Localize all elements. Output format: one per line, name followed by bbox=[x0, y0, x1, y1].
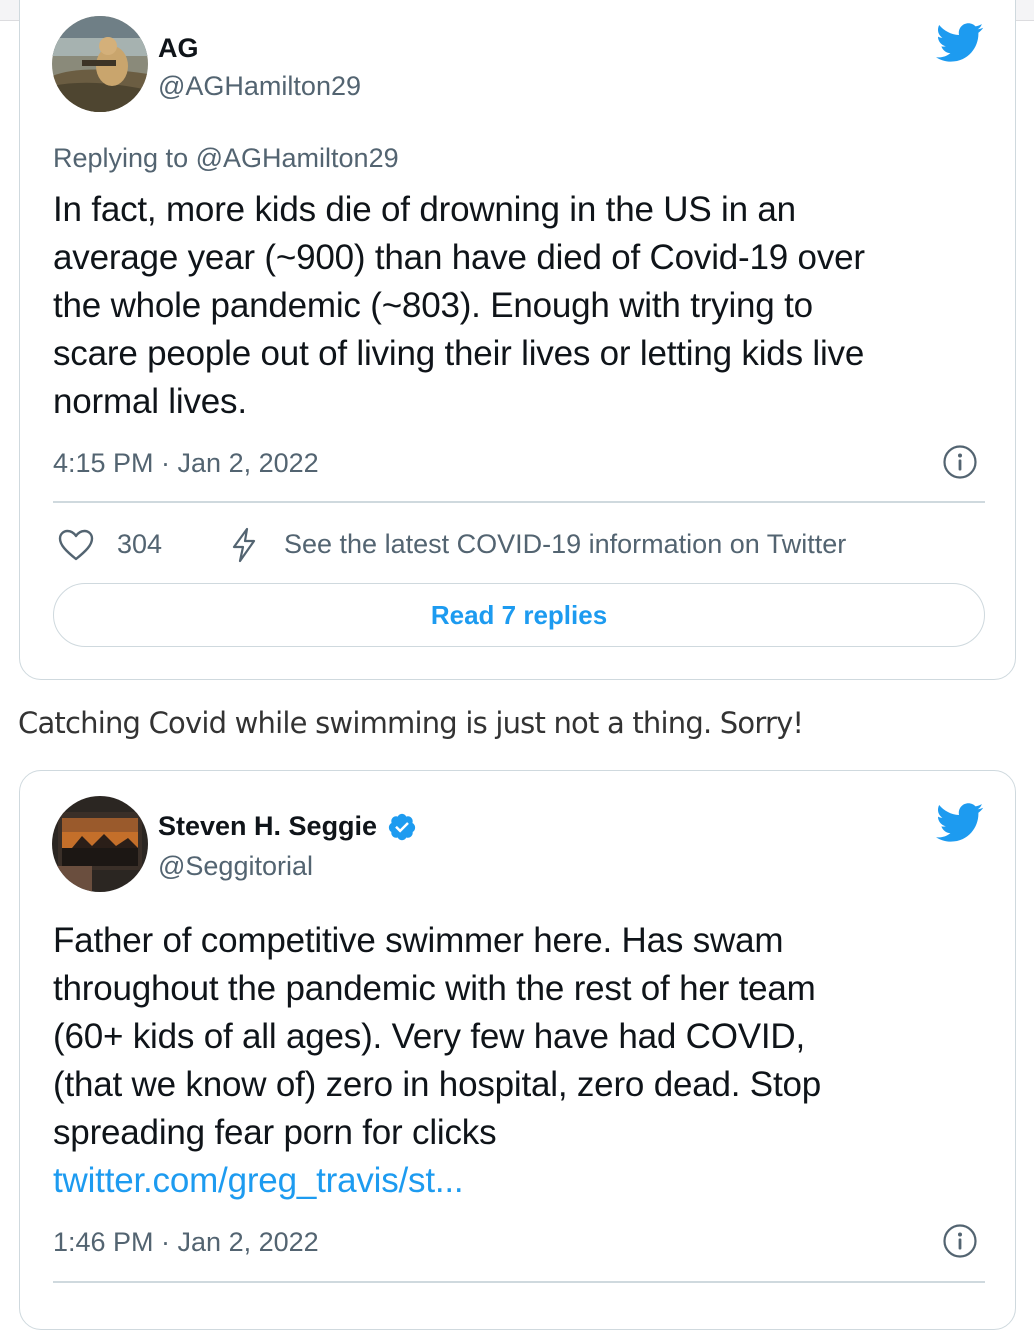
tweet-link[interactable]: twitter.com/greg_travis/st... bbox=[53, 1157, 1003, 1205]
heart-icon[interactable] bbox=[58, 529, 96, 563]
author-handle[interactable]: @Seggitorial bbox=[158, 851, 313, 882]
timestamp[interactable]: 1:46 PM · Jan 2, 2022 bbox=[53, 1227, 319, 1258]
tweet-text-line: spreading fear porn for clicks bbox=[53, 1113, 497, 1152]
reply-prefix: Replying to bbox=[53, 143, 189, 173]
tweet-text-line: scare people out of living their lives o… bbox=[53, 334, 865, 373]
caption-text: Catching Covid while swimming is just no… bbox=[18, 706, 804, 740]
author-name[interactable]: Steven H. Seggie bbox=[158, 811, 377, 842]
timestamp[interactable]: 4:15 PM · Jan 2, 2022 bbox=[53, 448, 319, 479]
embedded-tweet-ag: AG @AGHamilton29 Replying to @AGHamilton… bbox=[19, 0, 1016, 680]
embedded-tweet-seggie: Steven H. Seggie @Seggitorial Father of … bbox=[19, 770, 1016, 1330]
twitter-bird-icon[interactable] bbox=[936, 23, 984, 63]
twitter-bird-icon[interactable] bbox=[936, 803, 984, 843]
tweet-text: In fact, more kids die of drowning in th… bbox=[53, 186, 1003, 426]
tweet-text: Father of competitive swimmer here. Has … bbox=[53, 917, 1003, 1205]
read-replies-button[interactable]: Read 7 replies bbox=[53, 583, 985, 647]
tweet-text-line: Father of competitive swimmer here. Has … bbox=[53, 921, 784, 960]
covid-info-link[interactable]: See the latest COVID-19 information on T… bbox=[284, 529, 846, 560]
tweet-text-line: the whole pandemic (~803). Enough with t… bbox=[53, 286, 813, 325]
verified-badge-icon bbox=[387, 812, 417, 842]
author-name-row: Steven H. Seggie bbox=[158, 811, 417, 842]
reply-context: Replying to @AGHamilton29 bbox=[53, 143, 399, 174]
reply-to-handle[interactable]: @AGHamilton29 bbox=[196, 143, 399, 173]
divider bbox=[53, 501, 985, 503]
avatar[interactable] bbox=[52, 796, 148, 892]
tweet-text-line: (that we know of) zero in hospital, zero… bbox=[53, 1065, 822, 1104]
bolt-icon[interactable] bbox=[230, 527, 260, 563]
tweet-text-line: throughout the pandemic with the rest of… bbox=[53, 969, 816, 1008]
info-icon[interactable] bbox=[943, 1224, 977, 1258]
like-count[interactable]: 304 bbox=[117, 529, 162, 560]
tweet-text-line: In fact, more kids die of drowning in th… bbox=[53, 190, 796, 229]
tweet-text-line: (60+ kids of all ages). Very few have ha… bbox=[53, 1017, 806, 1056]
avatar[interactable] bbox=[52, 16, 148, 112]
info-icon[interactable] bbox=[943, 445, 977, 479]
divider bbox=[53, 1281, 985, 1283]
author-name[interactable]: AG bbox=[158, 33, 199, 64]
tweet-text-line: average year (~900) than have died of Co… bbox=[53, 238, 865, 277]
tweet-text-line: normal lives. bbox=[53, 382, 247, 421]
author-handle[interactable]: @AGHamilton29 bbox=[158, 71, 361, 102]
